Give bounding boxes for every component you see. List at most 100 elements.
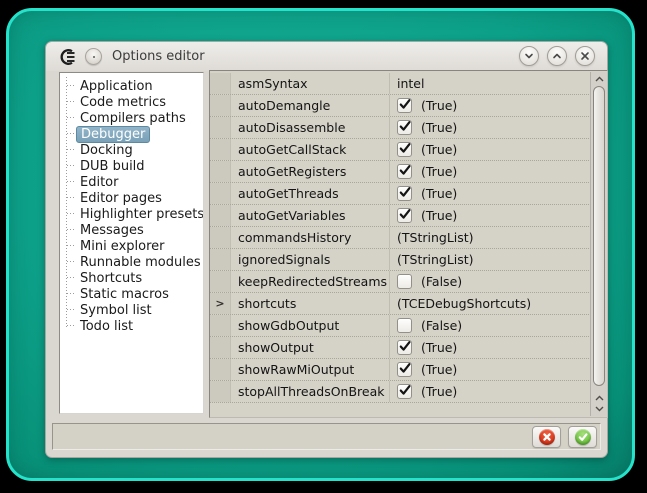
property-name[interactable]: shortcuts xyxy=(231,293,390,314)
accept-button[interactable] xyxy=(568,426,597,448)
checkbox[interactable] xyxy=(397,318,412,333)
property-row[interactable]: autoGetVariables (True) xyxy=(210,205,589,227)
property-row[interactable]: asmSyntax intel xyxy=(210,73,589,95)
sidebar-item-docking[interactable]: Docking xyxy=(60,141,203,157)
window-menu-button[interactable] xyxy=(85,48,102,65)
cancel-button[interactable] xyxy=(532,426,561,448)
expand-arrow[interactable]: > xyxy=(210,293,231,314)
sidebar-item-compilers-paths[interactable]: Compilers paths xyxy=(60,109,203,125)
checkbox[interactable] xyxy=(397,164,412,179)
expand-arrow[interactable] xyxy=(210,73,231,94)
property-name[interactable]: asmSyntax xyxy=(231,73,390,94)
checkbox[interactable] xyxy=(397,208,412,223)
close-button[interactable] xyxy=(575,46,595,66)
expand-arrow[interactable] xyxy=(210,359,231,380)
sidebar-item-shortcuts[interactable]: Shortcuts xyxy=(60,269,203,285)
sidebar-item-code-metrics[interactable]: Code metrics xyxy=(60,93,203,109)
sidebar-item-editor[interactable]: Editor xyxy=(60,173,203,189)
sidebar-item-dub-build[interactable]: DUB build xyxy=(60,157,203,173)
scroll-up-button-2[interactable] xyxy=(591,392,607,403)
titlebar[interactable]: Options editor xyxy=(46,42,607,71)
expand-arrow[interactable] xyxy=(210,205,231,226)
property-name[interactable]: autoGetCallStack xyxy=(231,139,390,160)
property-value-cell[interactable]: (True) xyxy=(390,139,589,160)
property-name[interactable]: stopAllThreadsOnBreak xyxy=(231,381,390,402)
property-value-cell[interactable]: (True) xyxy=(390,359,589,380)
scroll-down-button[interactable] xyxy=(591,403,607,414)
maximize-button[interactable] xyxy=(547,46,567,66)
property-name[interactable]: commandsHistory xyxy=(231,227,390,248)
expand-arrow[interactable] xyxy=(210,95,231,116)
property-value-cell[interactable]: (True) xyxy=(390,381,589,402)
property-row[interactable]: autoDisassemble (True) xyxy=(210,117,589,139)
checkbox[interactable] xyxy=(397,120,412,135)
sidebar-item-application[interactable]: Application xyxy=(60,77,203,93)
property-value-cell[interactable]: (True) xyxy=(390,95,589,116)
property-name[interactable]: autoGetThreads xyxy=(231,183,390,204)
property-name[interactable]: autoDisassemble xyxy=(231,117,390,138)
property-row[interactable]: stopAllThreadsOnBreak (True) xyxy=(210,381,589,403)
property-name[interactable]: showGdbOutput xyxy=(231,315,390,336)
scrollbar-thumb[interactable] xyxy=(593,86,605,386)
property-row[interactable]: autoGetCallStack (True) xyxy=(210,139,589,161)
property-row[interactable]: autoGetThreads (True) xyxy=(210,183,589,205)
property-row[interactable]: showRawMiOutput (True) xyxy=(210,359,589,381)
property-value-cell[interactable]: (True) xyxy=(390,161,589,182)
property-value-cell[interactable]: (True) xyxy=(390,205,589,226)
property-row[interactable]: autoDemangle (True) xyxy=(210,95,589,117)
sidebar-item-debugger[interactable]: Debugger xyxy=(60,125,203,141)
checkbox[interactable] xyxy=(397,98,412,113)
minimize-button[interactable] xyxy=(519,46,539,66)
property-name[interactable]: autoGetVariables xyxy=(231,205,390,226)
property-name[interactable]: keepRedirectedStreams xyxy=(231,271,390,292)
property-name[interactable]: showRawMiOutput xyxy=(231,359,390,380)
property-value-cell[interactable]: (False) xyxy=(390,271,589,292)
sidebar-item-runnable-modules[interactable]: Runnable modules xyxy=(60,253,203,269)
property-row[interactable]: > shortcuts (TCEDebugShortcuts) xyxy=(210,293,589,315)
property-row[interactable]: autoGetRegisters (True) xyxy=(210,161,589,183)
property-name[interactable]: showOutput xyxy=(231,337,390,358)
expand-arrow[interactable] xyxy=(210,183,231,204)
sidebar-item-static-macros[interactable]: Static macros xyxy=(60,285,203,301)
property-value: (False) xyxy=(421,318,462,333)
checkbox[interactable] xyxy=(397,384,412,399)
expand-arrow[interactable] xyxy=(210,337,231,358)
vertical-scrollbar[interactable] xyxy=(590,72,607,416)
property-value-cell[interactable]: (TStringList) xyxy=(390,227,589,248)
property-row[interactable]: showOutput (True) xyxy=(210,337,589,359)
expand-arrow[interactable] xyxy=(210,381,231,402)
property-value-cell[interactable]: (True) xyxy=(390,183,589,204)
sidebar-item-mini-explorer[interactable]: Mini explorer xyxy=(60,237,203,253)
property-value-cell[interactable]: (True) xyxy=(390,337,589,358)
expand-arrow[interactable] xyxy=(210,161,231,182)
property-value-cell[interactable]: (TStringList) xyxy=(390,249,589,270)
property-value-cell[interactable]: (False) xyxy=(390,315,589,336)
property-row[interactable]: keepRedirectedStreams (False) xyxy=(210,271,589,293)
expand-arrow[interactable] xyxy=(210,139,231,160)
sidebar-item-symbol-list[interactable]: Symbol list xyxy=(60,301,203,317)
expand-arrow[interactable] xyxy=(210,315,231,336)
sidebar-item-todo-list[interactable]: Todo list xyxy=(60,317,203,333)
expand-arrow[interactable] xyxy=(210,271,231,292)
checkbox[interactable] xyxy=(397,340,412,355)
property-value-cell[interactable]: (True) xyxy=(390,117,589,138)
sidebar-item-messages[interactable]: Messages xyxy=(60,221,203,237)
checkbox[interactable] xyxy=(397,274,412,289)
property-name[interactable]: autoGetRegisters xyxy=(231,161,390,182)
property-name[interactable]: ignoredSignals xyxy=(231,249,390,270)
sidebar-item-editor-pages[interactable]: Editor pages xyxy=(60,189,203,205)
sidebar-item-highlighter-presets[interactable]: Highlighter presets xyxy=(60,205,203,221)
property-value-cell[interactable]: intel xyxy=(390,73,589,94)
property-name[interactable]: autoDemangle xyxy=(231,95,390,116)
property-row[interactable]: showGdbOutput (False) xyxy=(210,315,589,337)
expand-arrow[interactable] xyxy=(210,117,231,138)
property-row[interactable]: ignoredSignals (TStringList) xyxy=(210,249,589,271)
scroll-up-button[interactable] xyxy=(591,72,607,85)
property-value-cell[interactable]: (TCEDebugShortcuts) xyxy=(390,293,589,314)
property-row[interactable]: commandsHistory (TStringList) xyxy=(210,227,589,249)
checkbox[interactable] xyxy=(397,186,412,201)
checkbox[interactable] xyxy=(397,142,412,157)
expand-arrow[interactable] xyxy=(210,249,231,270)
checkbox[interactable] xyxy=(397,362,412,377)
expand-arrow[interactable] xyxy=(210,227,231,248)
